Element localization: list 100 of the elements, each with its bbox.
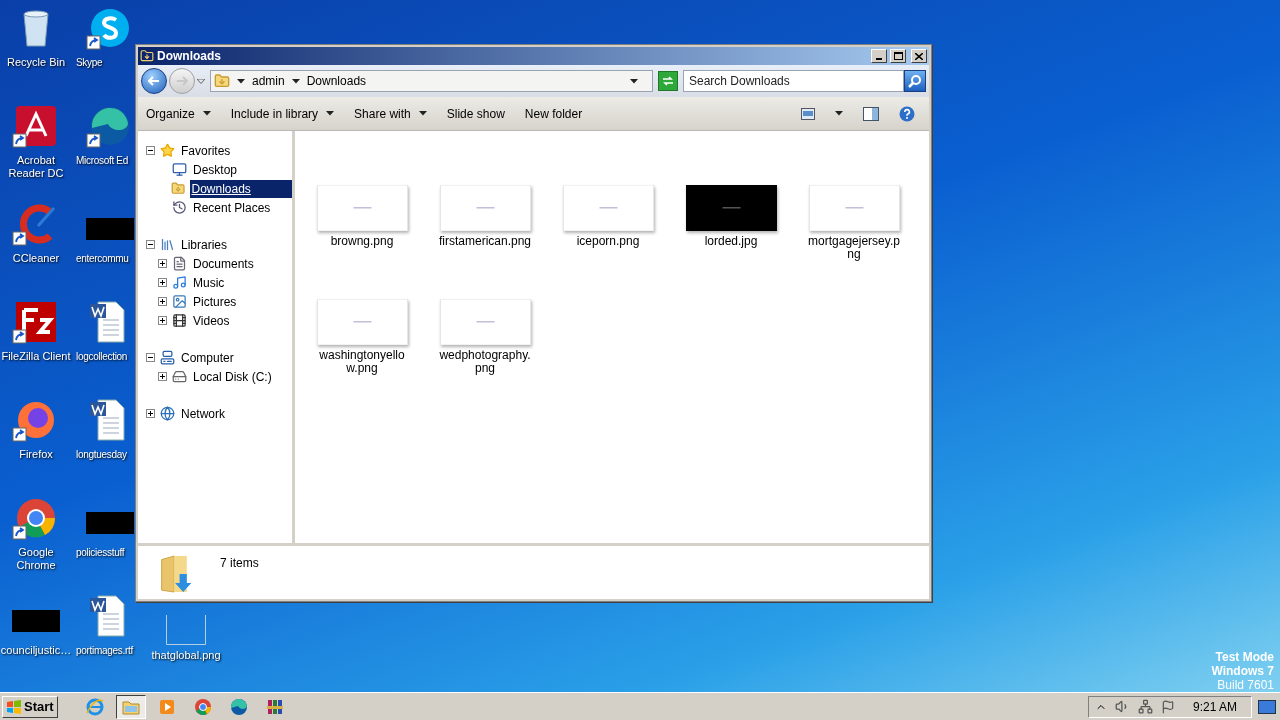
maximize-icon: [893, 52, 903, 60]
forward-arrow-icon: [176, 76, 188, 86]
file-name: firstamerican.png: [437, 235, 532, 248]
search-field[interactable]: Search Downloads: [683, 70, 904, 92]
caret-icon: [326, 111, 335, 116]
refresh-button[interactable]: [658, 71, 678, 91]
back-button[interactable]: [141, 68, 167, 94]
search-button[interactable]: [904, 70, 926, 92]
folder-download-icon: [140, 49, 154, 63]
tree-item[interactable]: Documents: [192, 254, 255, 273]
film-icon: [172, 313, 187, 328]
minimize-button[interactable]: [871, 49, 887, 63]
view-icon[interactable]: [801, 107, 815, 120]
tree-item[interactable]: Videos: [192, 311, 231, 330]
collapse-icon[interactable]: [146, 146, 155, 155]
tree-item[interactable]: Pictures: [192, 292, 238, 311]
os-notice: Test Mode: [1215, 650, 1274, 664]
breadcrumb-caret-icon: [237, 78, 245, 84]
toolbar-button[interactable]: Slide show: [446, 104, 505, 123]
toolbar-button[interactable]: Organize: [146, 104, 211, 123]
desktop-shortcut[interactable]: Skype: [76, 0, 135, 98]
expand-icon[interactable]: [146, 409, 155, 418]
refresh-icon: [662, 76, 674, 86]
file-item[interactable]: washingtonyellow.png: [312, 299, 412, 375]
file-name: mortgagejersey.png: [807, 235, 901, 261]
star-icon: [160, 143, 175, 158]
desktop-shortcut[interactable]: Recycle Bin: [0, 0, 72, 98]
file-item[interactable]: firstamerican.png: [435, 185, 535, 261]
taskbar-app[interactable]: [115, 694, 146, 719]
file-item[interactable]: browng.png: [312, 185, 412, 261]
preview-pane-icon[interactable]: [863, 106, 879, 121]
address-bar[interactable]: admin Downloads: [210, 70, 653, 92]
desktop-shortcut[interactable]: counciljustic…: [0, 588, 72, 686]
music-note-icon: [172, 275, 187, 290]
computer-icon: [160, 350, 175, 365]
tree-item[interactable]: Downloads: [190, 179, 292, 198]
expand-icon[interactable]: [158, 297, 167, 306]
network-icon[interactable]: [1137, 699, 1153, 714]
desktop-shortcut[interactable]: Acrobat Reader DC: [0, 98, 72, 196]
folder-download-icon: [171, 181, 186, 196]
desktop-shortcut[interactable]: Microsoft Ed: [76, 98, 135, 196]
item-count: 7 items: [220, 555, 259, 572]
show-desktop-icon[interactable]: [1258, 699, 1276, 714]
desktop-shortcut[interactable]: policiesstuff: [76, 490, 135, 588]
folder-download-icon: [158, 553, 194, 595]
desktop-shortcut[interactable]: FileZilla Client: [0, 294, 72, 392]
toolbar-button[interactable]: Share with: [354, 104, 427, 123]
file-item[interactable]: lorded.jpg: [681, 185, 781, 261]
tree-item[interactable]: Network: [180, 404, 226, 423]
collapse-icon[interactable]: [146, 240, 155, 249]
clock-icon: [172, 200, 187, 215]
tree-item[interactable]: Music: [192, 273, 226, 292]
tree-item[interactable]: Recent Places: [192, 198, 272, 217]
document-icon: [172, 256, 187, 271]
file-name: browng.png: [329, 235, 395, 248]
tree-item[interactable]: Favorites: [180, 141, 232, 160]
search-icon: [908, 74, 922, 88]
desktop-shortcut[interactable]: CCleaner: [0, 196, 72, 294]
toolbar-button[interactable]: New folder: [524, 104, 583, 123]
tree-item[interactable]: Desktop: [192, 160, 239, 179]
file-name: wedphotography.png: [438, 349, 532, 375]
expand-icon[interactable]: [158, 372, 167, 381]
collapse-icon[interactable]: [146, 353, 155, 362]
desktop-shortcut[interactable]: longtuesday: [76, 392, 135, 490]
globe-icon: [160, 406, 175, 421]
caret-icon: [202, 111, 211, 116]
tree-item[interactable]: Computer: [180, 348, 235, 367]
expand-icon[interactable]: [158, 278, 167, 287]
desktop-shortcut[interactable]: logcollection: [76, 294, 135, 392]
desktop-shortcut[interactable]: thatglobal.png: [149, 615, 223, 662]
clock[interactable]: 9:21 AM: [1192, 697, 1237, 716]
start-button[interactable]: Start: [2, 695, 58, 718]
close-button[interactable]: [911, 49, 927, 63]
expand-icon[interactable]: [158, 259, 167, 268]
history-caret-icon[interactable]: [197, 78, 205, 84]
breadcrumb-caret-icon: [291, 78, 300, 84]
maximize-button[interactable]: [890, 49, 906, 63]
desktop-shortcut[interactable]: Google Chrome: [0, 490, 72, 588]
back-arrow-icon: [148, 76, 160, 86]
desktop-shortcut[interactable]: entercommu: [76, 196, 135, 294]
image-icon: [172, 294, 187, 309]
expand-icon[interactable]: [158, 316, 167, 325]
file-name: iceporn.png: [575, 235, 641, 248]
breadcrumb-item[interactable]: Downloads: [306, 72, 367, 90]
file-name: washingtonyellow.png: [318, 349, 406, 375]
file-item[interactable]: wedphotography.png: [435, 299, 535, 375]
tree-item[interactable]: Libraries: [180, 235, 229, 254]
view-caret-icon: [835, 111, 843, 116]
help-icon[interactable]: [899, 105, 915, 122]
os-notice: Windows 7: [1211, 664, 1274, 678]
desktop-shortcut[interactable]: portimages.rtf: [76, 588, 135, 686]
file-item[interactable]: mortgagejersey.png: [804, 185, 904, 261]
desktop-shortcut[interactable]: Firefox: [0, 392, 72, 490]
flag-icon[interactable]: [1160, 699, 1175, 714]
windows-flag-icon: [6, 698, 22, 715]
tree-item[interactable]: Local Disk (C:): [192, 367, 273, 386]
breadcrumb-item[interactable]: admin: [252, 72, 285, 90]
file-item[interactable]: iceporn.png: [558, 185, 658, 261]
toolbar-button[interactable]: Include in library: [230, 104, 335, 123]
library-icon: [160, 237, 175, 252]
